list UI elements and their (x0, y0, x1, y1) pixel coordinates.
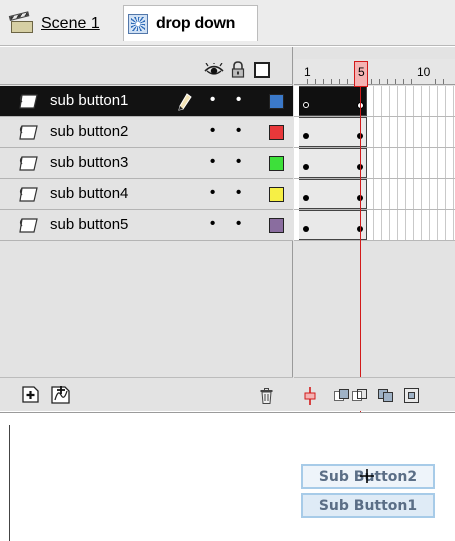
onion-skin-icon[interactable] (334, 388, 350, 403)
frame-span[interactable] (299, 117, 367, 147)
timeline-panel: sub button1 • • sub button2 • • sub button3 • • s… (0, 47, 455, 414)
frame-ruler[interactable]: 1 10 (294, 59, 455, 85)
layer-icon (19, 218, 39, 233)
breadcrumb-symbol[interactable]: drop down (123, 5, 258, 41)
clapperboard-icon (8, 11, 34, 34)
outline-icon[interactable] (254, 62, 270, 78)
frame-span[interactable] (299, 148, 367, 178)
onion-skin-outlines-icon[interactable] (352, 388, 368, 403)
keyframe-marker[interactable] (303, 102, 309, 108)
layer-icon (19, 187, 39, 202)
outline-color-box[interactable] (269, 94, 284, 109)
layer-row[interactable]: sub button3 • • (0, 148, 293, 179)
frame-span[interactable] (299, 179, 367, 209)
layer-name[interactable]: sub button5 (50, 216, 128, 233)
layer-icon (19, 94, 39, 109)
ruler-label-1: 1 (304, 65, 311, 79)
symbol-name: drop down (156, 14, 236, 32)
visibility-toggle[interactable]: • (210, 92, 218, 107)
edit-bar: Scene 1 drop down (0, 0, 455, 46)
sub-button1-instance[interactable]: Sub Button1 (301, 493, 435, 518)
frame-row[interactable] (294, 210, 455, 241)
layer-name[interactable]: sub button3 (50, 154, 128, 171)
frame-row[interactable] (294, 117, 455, 148)
layer-icon (19, 156, 39, 171)
layer-row[interactable]: sub button2 • • (0, 117, 293, 148)
layers-panel: sub button1 • • sub button2 • • sub button3 • • s… (0, 47, 293, 411)
ruler-label-10: 10 (417, 65, 431, 79)
keyframe-marker[interactable] (303, 226, 309, 232)
current-frame-number: 5 (358, 65, 365, 79)
frame-span[interactable] (299, 86, 367, 116)
keyframe-marker[interactable] (303, 195, 309, 201)
playhead[interactable]: 5 (354, 61, 368, 87)
outline-color-box[interactable] (269, 156, 284, 171)
center-frame-icon[interactable] (304, 387, 316, 405)
visibility-toggle[interactable]: • (210, 154, 218, 169)
playhead-line (360, 86, 361, 414)
layer-header (0, 59, 293, 85)
frames-panel: 1 10 5 (294, 47, 455, 414)
visibility-toggle[interactable]: • (210, 185, 218, 200)
lock-toggle[interactable]: • (236, 216, 244, 231)
lock-toggle[interactable]: • (236, 185, 244, 200)
keyframe-marker[interactable] (303, 164, 309, 170)
frame-footer (294, 377, 455, 411)
lock-toggle[interactable]: • (236, 92, 244, 107)
outline-color-box[interactable] (269, 218, 284, 233)
layer-name[interactable]: sub button2 (50, 123, 128, 140)
lock-icon[interactable] (231, 61, 245, 78)
scene-link[interactable]: Scene 1 (41, 15, 100, 33)
layer-row[interactable]: sub button5 • • (0, 210, 293, 241)
add-layer-icon[interactable] (22, 386, 39, 403)
frame-row[interactable] (294, 86, 455, 117)
pencil-icon (178, 93, 192, 111)
lock-toggle[interactable]: • (236, 154, 244, 169)
outline-color-box[interactable] (269, 187, 284, 202)
trash-icon[interactable] (260, 388, 273, 404)
stage[interactable]: Sub Button2 Sub Button1 (0, 412, 455, 541)
visibility-toggle[interactable]: • (210, 216, 218, 231)
eye-icon[interactable] (204, 63, 224, 77)
breadcrumb-scene[interactable]: Scene 1 (8, 11, 100, 37)
frame-row[interactable] (294, 148, 455, 179)
layer-icon (19, 125, 39, 140)
edit-multiple-frames-icon[interactable] (378, 388, 394, 403)
layer-footer (0, 377, 293, 411)
layer-row[interactable]: sub button4 • • (0, 179, 293, 210)
modify-onion-markers-icon[interactable] (404, 388, 420, 403)
keyframe-marker[interactable] (303, 133, 309, 139)
layer-name[interactable]: sub button1 (50, 92, 128, 109)
layer-name[interactable]: sub button4 (50, 185, 128, 202)
crosshair-cursor-icon (360, 469, 374, 483)
movieclip-icon (128, 13, 148, 34)
visibility-toggle[interactable]: • (210, 123, 218, 138)
frame-span[interactable] (299, 210, 367, 240)
frame-row[interactable] (294, 179, 455, 210)
add-motion-guide-icon[interactable] (51, 385, 71, 404)
lock-toggle[interactable]: • (236, 123, 244, 138)
layer-row[interactable]: sub button1 • • (0, 86, 293, 117)
outline-color-box[interactable] (269, 125, 284, 140)
